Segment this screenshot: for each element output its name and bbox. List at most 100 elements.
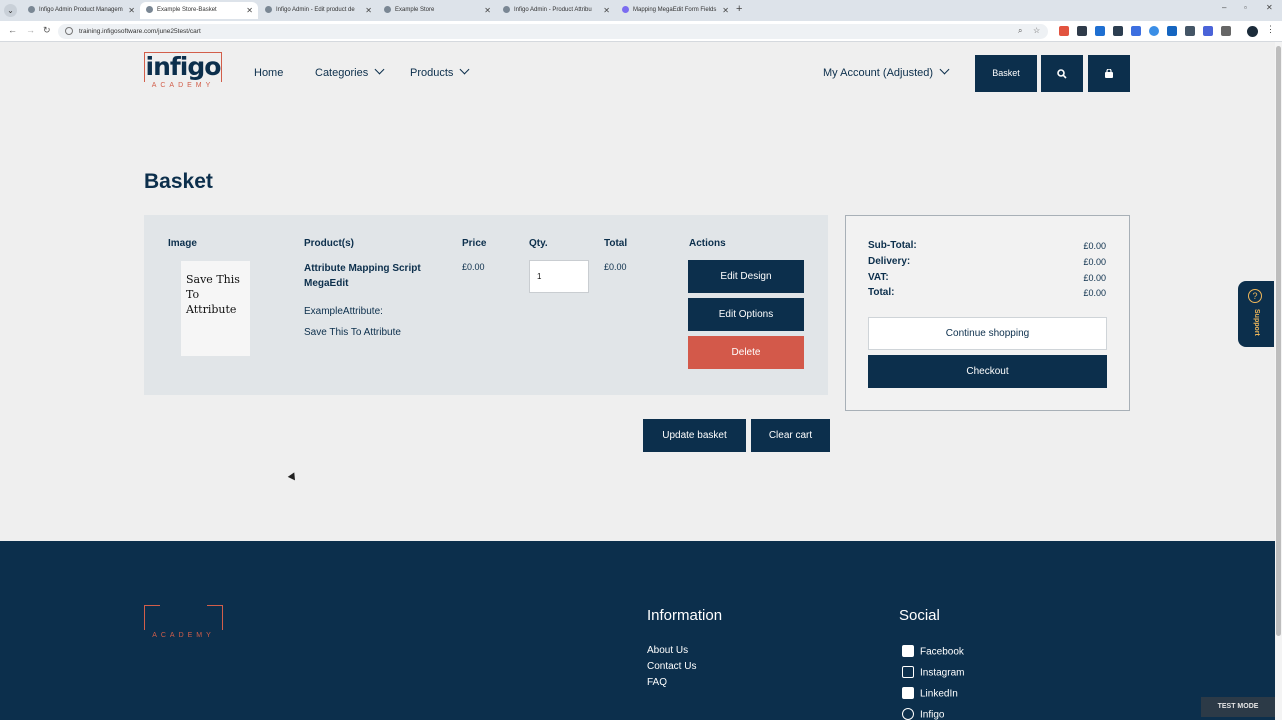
checkout-button[interactable]: Checkout: [868, 355, 1107, 388]
subtotal-label: Sub-Total:: [868, 240, 917, 251]
favicon-icon: [146, 5, 153, 13]
chevron-down-icon: [459, 64, 470, 75]
browser-tab[interactable]: Mapping MegaEdit Form Fields ✕: [616, 2, 734, 19]
nav-products-label: Products: [410, 67, 454, 79]
extensions-puzzle-icon[interactable]: [1221, 26, 1231, 36]
browser-tab-bar: ⌄ Infigo Admin Product Managem ✕ Example …: [0, 0, 1282, 21]
site-info-icon[interactable]: [65, 27, 73, 35]
social-link-linkedin[interactable]: LinkedIn: [902, 687, 958, 700]
browser-tab[interactable]: Infigo Admin Product Managem ✕: [22, 2, 140, 19]
footer-logo-subtitle: ACADEMY: [152, 632, 215, 639]
browser-tab[interactable]: Infigo Admin - Product Attribu ✕: [497, 2, 615, 19]
footer-link-faq[interactable]: FAQ: [647, 677, 667, 688]
support-label: Support: [1253, 309, 1260, 336]
extension-icon[interactable]: [1203, 26, 1213, 36]
extension-icon[interactable]: [1149, 26, 1159, 36]
extension-icon[interactable]: [1185, 26, 1195, 36]
close-icon[interactable]: ✕: [603, 2, 610, 19]
logo-subtitle: ACADEMY: [151, 82, 215, 89]
tab-title: Infigo Admin - Edit product de: [276, 7, 355, 13]
browser-tab[interactable]: Infigo Admin - Edit product de ✕: [259, 2, 377, 19]
scrollbar-thumb[interactable]: [1276, 46, 1281, 636]
address-bar[interactable]: training.infigosoftware.com/june25test/c…: [58, 24, 1048, 39]
url-text[interactable]: training.infigosoftware.com/june25test/c…: [79, 26, 201, 37]
footer-link-contact-us[interactable]: Contact Us: [647, 661, 696, 672]
delivery-value: £0.00: [1083, 257, 1106, 267]
item-price: £0.00: [462, 262, 485, 272]
extension-icon[interactable]: [1095, 26, 1105, 36]
minimize-icon[interactable]: –: [1222, 3, 1226, 12]
reload-icon[interactable]: ↻: [43, 25, 51, 36]
chevron-down-icon: [374, 64, 385, 75]
footer-logo[interactable]: [144, 605, 223, 630]
zoom-icon[interactable]: ⌕: [1018, 26, 1022, 36]
page-title: Basket: [144, 170, 213, 193]
update-basket-button[interactable]: Update basket: [643, 419, 746, 452]
nav-products[interactable]: Products: [410, 64, 470, 79]
tab-title: Infigo Admin - Product Attribu: [514, 7, 592, 13]
product-name-link[interactable]: Attribute Mapping Script MegaEdit: [304, 261, 444, 291]
vat-value: £0.00: [1083, 273, 1106, 283]
footer-logo-gap: [160, 604, 207, 607]
profile-avatar[interactable]: [1247, 26, 1258, 37]
column-header-qty: Qty.: [529, 238, 548, 249]
thumbnail-text: Save This To Attribute: [186, 273, 240, 316]
favicon-icon: [622, 5, 629, 13]
tab-search-icon[interactable]: ⌄: [4, 4, 17, 17]
favicon-icon: [265, 5, 272, 13]
search-button[interactable]: [1041, 55, 1083, 92]
tab-title: Example Store: [395, 7, 435, 13]
basket-button[interactable]: Basket: [975, 55, 1037, 92]
forward-icon[interactable]: →: [26, 25, 35, 35]
extension-icon[interactable]: [1131, 26, 1141, 36]
item-total: £0.00: [604, 262, 627, 272]
bookmark-star-icon[interactable]: ☆: [1033, 26, 1040, 35]
new-tab-icon[interactable]: +: [736, 3, 742, 15]
social-label: Infigo: [920, 709, 945, 720]
social-label: Instagram: [920, 667, 965, 679]
extension-icon[interactable]: [1167, 26, 1177, 36]
close-icon[interactable]: ✕: [722, 2, 729, 19]
chevron-down-icon: [939, 64, 950, 75]
footer-heading-information: Information: [647, 607, 723, 624]
close-icon[interactable]: ✕: [128, 2, 135, 19]
quantity-input[interactable]: [529, 260, 589, 293]
window-close-icon[interactable]: ✕: [1266, 3, 1273, 12]
mouse-cursor-icon: [287, 472, 299, 483]
total-value: £0.00: [1083, 288, 1106, 298]
footer-link-about-us[interactable]: About Us: [647, 645, 688, 656]
total-label: Total:: [868, 287, 895, 298]
nav-my-account[interactable]: My Account (Adjusted): [823, 64, 950, 79]
close-icon[interactable]: ✕: [365, 2, 372, 19]
nav-home[interactable]: Home: [254, 67, 283, 79]
close-icon[interactable]: ✕: [484, 2, 491, 19]
restore-icon[interactable]: ▫: [1244, 3, 1247, 12]
browser-tab[interactable]: Example Store ✕: [378, 2, 496, 19]
clear-cart-button[interactable]: Clear cart: [751, 419, 830, 452]
infigo-logo[interactable]: infigo ACADEMY: [144, 52, 224, 92]
extension-icon[interactable]: [1113, 26, 1123, 36]
social-link-instagram[interactable]: Instagram: [902, 666, 965, 679]
nav-categories[interactable]: Categories: [315, 64, 385, 79]
continue-shopping-button[interactable]: Continue shopping: [868, 317, 1107, 350]
delete-button[interactable]: Delete: [688, 336, 804, 369]
social-label: Facebook: [920, 646, 964, 658]
product-thumbnail[interactable]: Save This To Attribute: [181, 261, 250, 356]
browser-tab-active[interactable]: Example Store-Basket ✕: [140, 2, 258, 19]
edit-design-button[interactable]: Edit Design: [688, 260, 804, 293]
social-link-infigo[interactable]: Infigo: [902, 708, 945, 720]
nav-categories-label: Categories: [315, 67, 369, 79]
close-icon[interactable]: ✕: [246, 2, 253, 19]
support-tab[interactable]: ? Support: [1238, 281, 1274, 347]
browser-menu-icon[interactable]: ⋮: [1266, 24, 1275, 35]
extension-icon[interactable]: [1077, 26, 1087, 36]
vat-label: VAT:: [868, 272, 889, 283]
tab-title: Example Store-Basket: [157, 7, 217, 13]
attribute-value: Save This To Attribute: [304, 327, 401, 338]
extension-icon[interactable]: [1059, 26, 1069, 36]
back-icon[interactable]: ←: [8, 25, 17, 35]
delivery-label: Delivery:: [868, 256, 911, 267]
cart-button[interactable]: [1088, 55, 1130, 92]
social-link-facebook[interactable]: Facebook: [902, 645, 964, 658]
edit-options-button[interactable]: Edit Options: [688, 298, 804, 331]
